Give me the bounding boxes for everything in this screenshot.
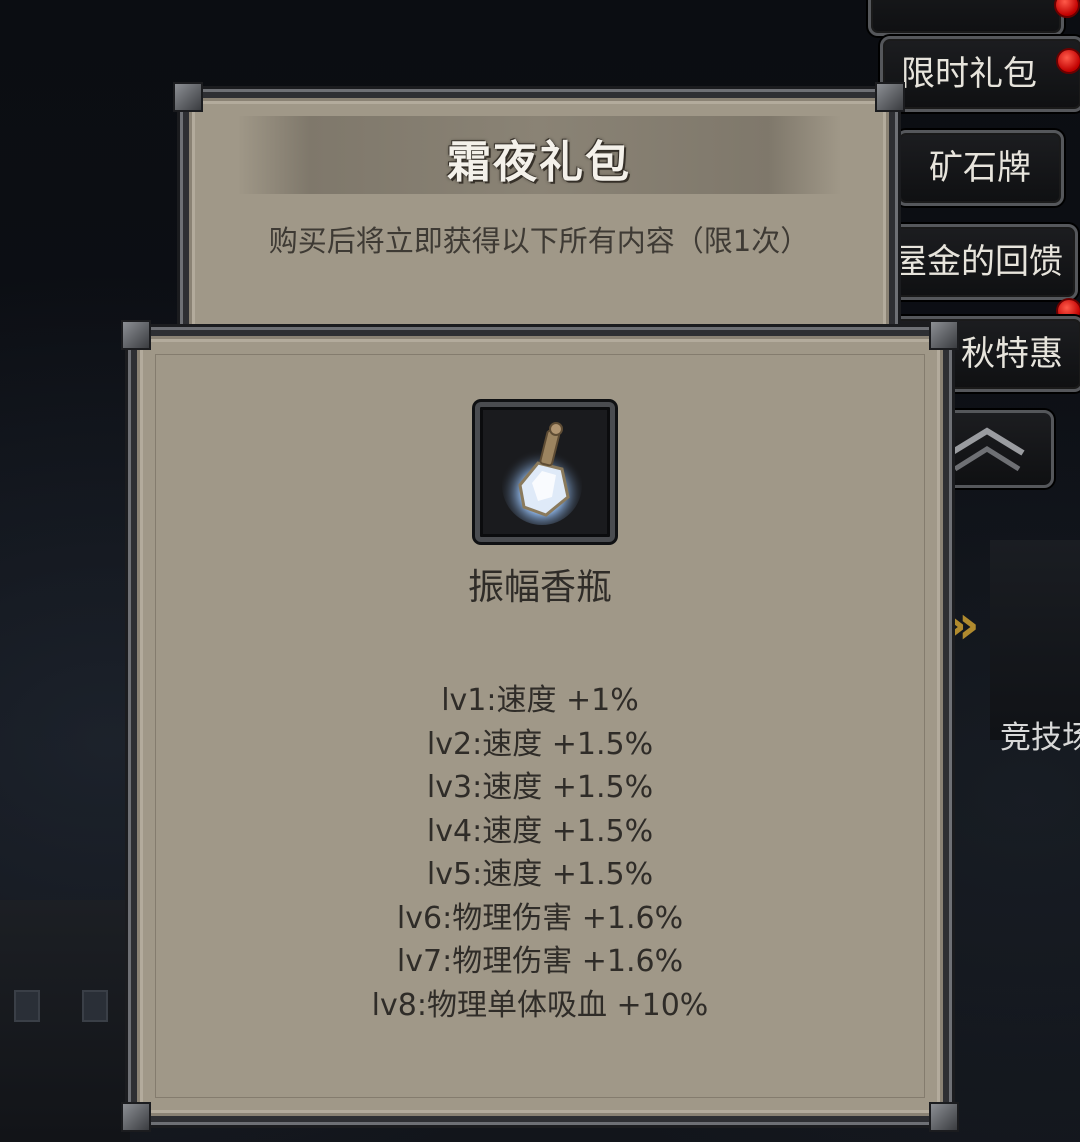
side-menu-ore-card[interactable]: 矿石牌 — [896, 130, 1064, 206]
side-menu-gold-reward[interactable]: 屋金的回馈 — [880, 224, 1078, 300]
arena-arrow-icon[interactable]: » — [945, 590, 1005, 660]
item-level-stats: lv1:速度 +1% lv2:速度 +1.5% lv3:速度 +1.5% lv4… — [137, 679, 943, 1027]
level-stat: lv3:速度 +1.5% — [426, 770, 654, 805]
level-stat: lv1:速度 +1% — [441, 683, 639, 718]
pack-description: 购买后将立即获得以下所有内容（限1次） — [268, 224, 810, 258]
level-stat: lv6:物理伤害 +1.6% — [396, 900, 684, 936]
item-name: 振幅香瓶 — [467, 567, 612, 608]
background-window — [82, 990, 108, 1022]
frame-corner — [173, 82, 203, 112]
arena-label[interactable]: 竞技场 — [1000, 712, 1080, 757]
level-stat: lv7:物理伤害 +1.6% — [396, 944, 684, 979]
frame-corner — [121, 320, 151, 350]
level-stat: lv8:物理单体吸血 +10% — [371, 987, 709, 1023]
frame-corner — [929, 1102, 959, 1132]
level-stat: lv4:速度 +1.5% — [426, 813, 654, 849]
side-menu-limited-pack[interactable]: 限时礼包 — [880, 36, 1080, 112]
side-menu-button-hidden[interactable] — [868, 0, 1064, 36]
frame-corner — [875, 82, 905, 112]
background-building — [0, 900, 130, 1142]
frame-corner — [121, 1102, 151, 1132]
item-icon-frame — [475, 402, 615, 542]
double-chevron-up-icon — [949, 427, 1025, 472]
frame-corner — [929, 320, 959, 350]
pack-title: 霜夜礼包 — [447, 137, 631, 188]
gift-pack-panel: 霜夜礼包 购买后将立即获得以下所有内容（限1次） — [173, 82, 905, 354]
level-stat: lv5:速度 +1.5% — [426, 857, 654, 892]
crystal-perfume-bottle-icon — [502, 422, 582, 525]
item-tooltip-panel: 振幅香瓶 lv1:速度 +1% lv2:速度 +1.5% lv3:速度 +1.5… — [121, 320, 959, 1132]
notification-badge — [1056, 48, 1080, 74]
level-stat: lv2:速度 +1.5% — [426, 726, 654, 762]
background-window — [14, 990, 40, 1022]
